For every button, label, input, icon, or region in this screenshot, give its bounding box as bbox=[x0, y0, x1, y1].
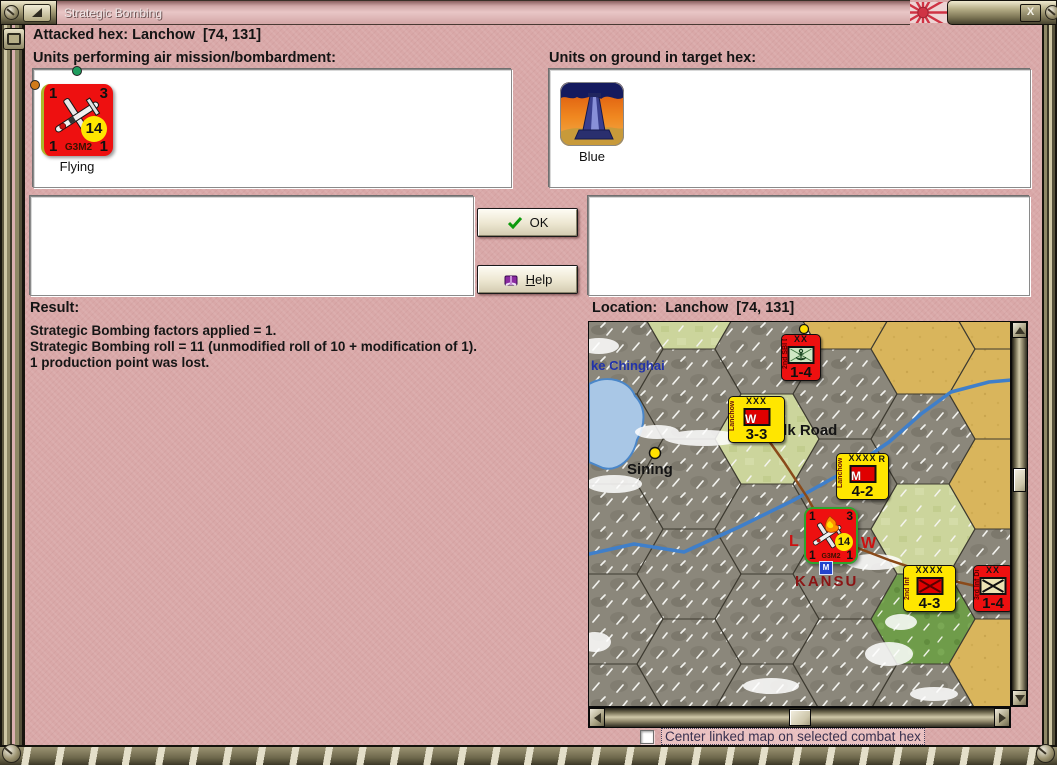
unit-symbol-letter: W bbox=[745, 412, 757, 426]
factory-icon[interactable] bbox=[560, 82, 624, 146]
screw-icon bbox=[2, 744, 21, 763]
map-air-counter-g3m2[interactable]: 1 3 14 1 G3M2 1 bbox=[804, 507, 858, 564]
center-map-option: Center linked map on selected combat hex bbox=[640, 728, 925, 745]
region-label-kansu: KANSU bbox=[795, 573, 858, 590]
scroll-right-button[interactable] bbox=[994, 708, 1010, 727]
air-units-label: Units performing air mission/bombardment… bbox=[33, 50, 336, 66]
collapse-button[interactable] bbox=[23, 3, 51, 22]
scroll-up-button[interactable] bbox=[1012, 322, 1027, 338]
rising-sun-flag-icon bbox=[910, 2, 947, 23]
result-line: Strategic Bombing factors applied = 1. bbox=[30, 323, 277, 338]
map-panel: ke Chinghai Sining Silk Road KANSU L W X… bbox=[588, 321, 1028, 728]
close-button[interactable]: X bbox=[1020, 3, 1041, 22]
titlebar-right-cap: X bbox=[947, 0, 1057, 25]
air-units-panel[interactable]: 1 3 14 1 G3M2 1 Flying bbox=[30, 66, 512, 188]
triangle-icon bbox=[32, 8, 42, 17]
title-bar: Strategic Bombing X bbox=[0, 0, 1057, 25]
city-dot-lanchow bbox=[798, 323, 810, 335]
air-unit-counter[interactable]: 1 3 14 1 G3M2 1 bbox=[41, 84, 113, 156]
infantry-symbol bbox=[979, 577, 1007, 595]
result-heading: Result: bbox=[30, 300, 80, 316]
screw-icon bbox=[1045, 5, 1057, 20]
check-icon bbox=[507, 217, 522, 229]
left-message-panel[interactable] bbox=[30, 196, 474, 296]
left-arrow-icon bbox=[593, 712, 601, 723]
city-label-sining: Sining bbox=[627, 461, 673, 478]
help-label: Help bbox=[526, 272, 553, 287]
screw-icon bbox=[4, 5, 19, 20]
scroll-down-button[interactable] bbox=[1012, 690, 1027, 706]
help-book-icon bbox=[504, 275, 518, 286]
map-counter-lanchow-wd[interactable]: XXX Lanchow Wd W 3-3 bbox=[728, 396, 785, 443]
naval-symbol bbox=[787, 346, 815, 364]
ground-unit-caption: Blue bbox=[578, 149, 606, 164]
scroll-left-button[interactable] bbox=[589, 708, 605, 727]
up-arrow-icon bbox=[1014, 326, 1025, 334]
map-counter-2nd-inf[interactable]: XXXX 2nd Inf 4-3 bbox=[903, 565, 956, 612]
result-line: Strategic Bombing roll = 11 (unmodified … bbox=[30, 339, 478, 354]
infantry-symbol bbox=[916, 577, 943, 595]
right-arrow-icon bbox=[998, 712, 1006, 723]
result-line: 1 production point was lost. bbox=[30, 355, 210, 370]
map-counter-naval-div[interactable]: XX 2nd SBI Div 1-4 bbox=[781, 334, 821, 381]
window-title: Strategic Bombing bbox=[64, 5, 163, 20]
down-arrow-icon bbox=[1014, 694, 1025, 702]
status-dot-orange bbox=[30, 80, 40, 90]
air-stat-right: 1 bbox=[99, 138, 108, 155]
bottom-frame-border bbox=[0, 745, 1057, 765]
attacked-hex-heading: Attacked hex: Lanchow [74, 131] bbox=[33, 27, 262, 43]
center-map-checkbox[interactable] bbox=[640, 729, 654, 744]
restore-icon bbox=[7, 33, 21, 45]
map-counter-3rd-inf-div[interactable]: XX 3rd Inf Div 1-4 bbox=[973, 565, 1010, 612]
ok-label: OK bbox=[529, 215, 549, 230]
left-frame-border bbox=[0, 25, 25, 745]
map-counter-lanchow-m[interactable]: XXXX R Lanchow M 4-2 bbox=[836, 453, 889, 500]
city-dot-sining bbox=[648, 446, 662, 460]
ground-units-label: Units on ground in target hex: bbox=[549, 50, 757, 66]
right-message-panel[interactable] bbox=[588, 196, 1030, 296]
restore-button[interactable] bbox=[3, 28, 25, 50]
screw-icon bbox=[1036, 744, 1055, 763]
hidden-label-left: L bbox=[789, 533, 799, 550]
vertical-scroll-thumb[interactable] bbox=[1013, 468, 1026, 492]
location-heading: Location: Lanchow [74, 131] bbox=[592, 300, 795, 316]
help-rest: elp bbox=[535, 272, 553, 287]
map-horizontal-scrollbar[interactable] bbox=[588, 707, 1011, 728]
ground-units-panel[interactable]: Blue bbox=[549, 69, 1031, 188]
ok-button[interactable]: OK bbox=[477, 208, 578, 237]
mission-marker[interactable]: M bbox=[819, 561, 833, 575]
hidden-label-right: W bbox=[861, 535, 877, 552]
right-frame-border bbox=[1040, 25, 1057, 745]
lake-label: ke Chinghai bbox=[591, 358, 665, 373]
center-map-checkbox-label[interactable]: Center linked map on selected combat hex bbox=[661, 728, 925, 745]
map-vertical-scrollbar[interactable] bbox=[1011, 321, 1028, 707]
help-button[interactable]: Help bbox=[477, 265, 578, 294]
unit-symbol-letter: M bbox=[851, 469, 861, 483]
help-accelerator: H bbox=[525, 272, 536, 287]
air-unit-caption: Flying bbox=[59, 159, 95, 174]
horizontal-scroll-thumb[interactable] bbox=[789, 709, 811, 726]
status-dot-green bbox=[72, 66, 82, 76]
strategic-bombing-window: Strategic Bombing X Attacked hex: Lancho… bbox=[0, 0, 1057, 765]
map-view[interactable]: ke Chinghai Sining Silk Road KANSU L W X… bbox=[588, 321, 1011, 707]
titlebar-left-cap bbox=[0, 0, 57, 25]
title-strip: Strategic Bombing bbox=[57, 0, 910, 25]
